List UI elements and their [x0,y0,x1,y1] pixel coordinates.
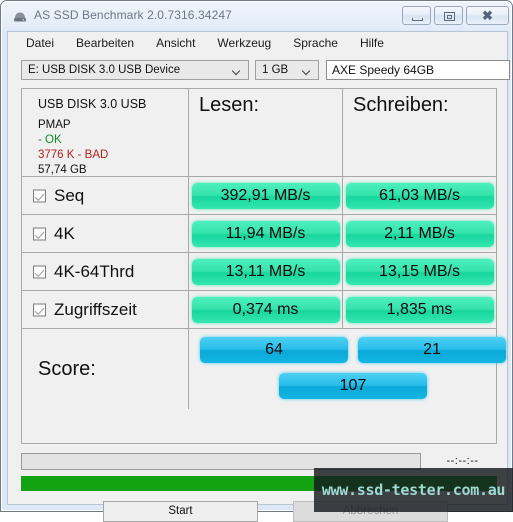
row-seq-label-cell: Seq [22,177,189,214]
minimize-button[interactable] [402,6,431,25]
row-seq-read-cell: 392,91 MB/s [189,177,343,214]
row-4k-read-cell: 11,94 MB/s [189,215,343,252]
row-4k-write-value: 2,11 MB/s [345,220,494,247]
row-seq-read-value: 392,91 MB/s [191,182,340,209]
window-title: AS SSD Benchmark 2.0.7316.34247 [34,8,232,22]
row-4k64thrd-read-cell: 13,11 MB/s [189,253,343,290]
minimize-icon [412,18,423,21]
checkbox-seq[interactable] [33,189,46,202]
menu-item-ansicht[interactable]: Ansicht [156,36,195,50]
checkbox-4k[interactable] [33,227,46,240]
table-row: 4K 11,94 MB/s 2,11 MB/s [22,215,496,253]
window-frame: AS SSD Benchmark 2.0.7316.34247 ✖ Datei … [1,1,513,522]
client-area: Datei Bearbeiten Ansicht Werkzeug Sprach… [7,31,510,522]
chevron-down-icon [233,68,240,72]
device-offset-status: 3776 K - BAD [38,149,109,161]
chevron-down-icon [303,68,310,72]
restore-icon-inner [447,15,452,19]
device-select-value: E: USB DISK 3.0 USB Device [28,64,181,76]
menu-item-datei[interactable]: Datei [26,36,54,50]
write-column-header-cell: Schreiben: [343,89,496,176]
row-4k64thrd-label-cell: 4K-64Thrd [22,253,189,290]
table-row: 4K-64Thrd 13,11 MB/s 13,15 MB/s [22,253,496,291]
menu-item-hilfe[interactable]: Hilfe [360,36,384,50]
window-controls: ✖ [402,6,509,25]
device-name-input[interactable] [326,60,510,80]
grid-header-row: USB DISK 3.0 USB PMAP - OK 3776 K - BAD … [22,89,496,177]
results-grid: USB DISK 3.0 USB PMAP - OK 3776 K - BAD … [21,88,506,444]
score-total-value: 107 [279,373,427,399]
read-column-header-cell: Lesen: [189,89,343,176]
table-row: Seq 392,91 MB/s 61,03 MB/s [22,177,496,215]
row-seq-label: Seq [54,185,85,205]
device-capacity: 57,74 GB [38,164,87,176]
test-size-select[interactable]: 1 GB [255,60,319,80]
close-button[interactable]: ✖ [466,6,509,25]
device-model: USB DISK 3.0 USB [38,97,147,111]
row-zugriffszeit-read-cell: 0,374 ms [189,291,343,328]
selector-row: E: USB DISK 3.0 USB Device 1 GB [21,60,510,80]
close-icon: ✖ [482,8,493,23]
row-4k64thrd-write-value: 13,15 MB/s [345,258,494,285]
menu-bar: Datei Bearbeiten Ansicht Werkzeug Sprach… [8,32,507,54]
score-read-value: 64 [200,337,348,363]
row-4k64thrd-read-value: 13,11 MB/s [191,258,340,285]
device-info-cell: USB DISK 3.0 USB PMAP - OK 3776 K - BAD … [22,89,189,176]
read-column-header: Lesen: [199,94,260,116]
device-info: USB DISK 3.0 USB PMAP - OK 3776 K - BAD … [22,89,146,178]
score-label-cell: Score: [22,329,189,409]
title-bar: AS SSD Benchmark 2.0.7316.34247 ✖ [2,2,513,31]
row-zugriffszeit-write-cell: 1,835 ms [343,291,496,328]
device-select[interactable]: E: USB DISK 3.0 USB Device [21,60,249,80]
menu-item-sprache[interactable]: Sprache [293,36,338,50]
row-4k-write-cell: 2,11 MB/s [343,215,496,252]
row-zugriffszeit-write-value: 1,835 ms [345,296,494,323]
checkbox-4k-64thrd[interactable] [33,265,46,278]
device-firmware: PMAP [38,119,71,131]
score-row: Score: 64 21 107 [22,329,506,409]
device-alignment-status: - OK [38,134,62,146]
test-size-value: 1 GB [262,64,289,76]
write-column-header: Schreiben: [353,94,449,116]
checkbox-zugriffszeit[interactable] [33,303,46,316]
score-bars: 64 21 107 [189,329,506,409]
site-watermark: www.ssd-tester.com.au [314,468,513,512]
row-4k-label: 4K [54,223,75,243]
score-write-value: 21 [358,337,506,363]
row-seq-write-cell: 61,03 MB/s [343,177,496,214]
application-window: AS SSD Benchmark 2.0.7316.34247 ✖ Datei … [0,0,513,522]
table-row: Zugriffszeit 0,374 ms 1,835 ms [22,291,496,329]
row-zugriffszeit-read-value: 0,374 ms [191,296,340,323]
row-seq-write-value: 61,03 MB/s [345,182,494,209]
row-zugriffszeit-label-cell: Zugriffszeit [22,291,189,328]
row-4k-label-cell: 4K [22,215,189,252]
restore-button[interactable] [434,6,463,25]
score-label: Score: [38,357,96,380]
row-4k64thrd-write-cell: 13,15 MB/s [343,253,496,290]
row-4k-read-value: 11,94 MB/s [191,220,340,247]
drive-icon [14,12,26,22]
menu-item-bearbeiten[interactable]: Bearbeiten [76,36,134,50]
menu-item-werkzeug[interactable]: Werkzeug [217,36,271,50]
